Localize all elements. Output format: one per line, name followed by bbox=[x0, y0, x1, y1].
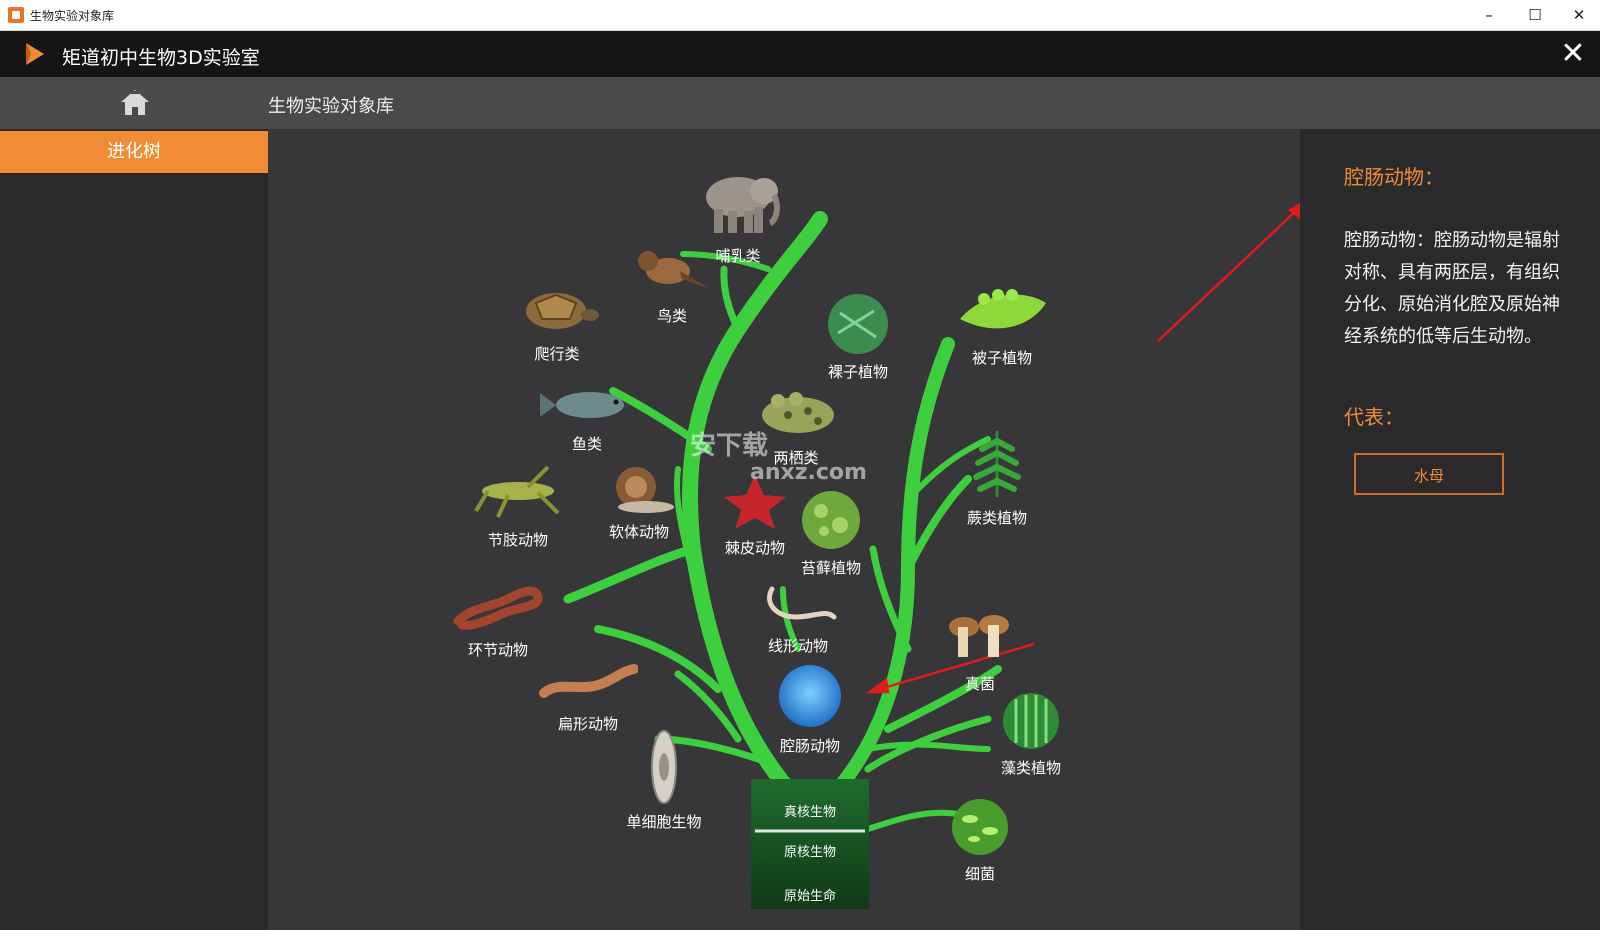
snail-icon bbox=[616, 467, 674, 513]
mushroom-icon bbox=[949, 615, 1009, 657]
organism-angiosperms[interactable]: 被子植物 bbox=[954, 285, 1050, 368]
organism-label: 藻类植物 bbox=[1000, 759, 1061, 777]
app-header: 矩道初中生物3D实验室 ✕ bbox=[0, 31, 1600, 77]
app-title: 矩道初中生物3D实验室 bbox=[62, 47, 260, 69]
organism-echinoderms[interactable]: 棘皮动物 bbox=[714, 473, 796, 558]
app-close-button[interactable]: ✕ bbox=[1554, 35, 1592, 73]
app-window-icon bbox=[8, 7, 24, 23]
organism-label: 软体动物 bbox=[608, 523, 669, 541]
moss-icon bbox=[802, 491, 860, 549]
info-description: 腔肠动物：腔肠动物是辐射对称、具有两胚层，有组织分化、原始消化腔及原始神经系统的… bbox=[1344, 230, 1560, 347]
organism-algae[interactable]: 藻类植物 bbox=[994, 691, 1068, 778]
algae-icon bbox=[1003, 693, 1059, 749]
minimize-button[interactable]: – bbox=[1466, 0, 1512, 30]
organism-label: 苔藓植物 bbox=[800, 559, 861, 577]
organism-label: 环节动物 bbox=[467, 641, 528, 659]
watermark-url: anxz.com bbox=[750, 460, 867, 485]
organism-cnidarians[interactable]: 腔肠动物 bbox=[764, 663, 856, 756]
pea-pod-icon bbox=[960, 289, 1046, 329]
info-panel: 腔肠动物： 腔肠动物：腔肠动物是辐射对称、具有两胚层，有组织分化、原始消化腔及原… bbox=[1300, 129, 1600, 930]
paramecium-icon bbox=[651, 730, 677, 804]
app-logo-icon bbox=[26, 43, 44, 65]
sidebar-item-evolution-tree[interactable]: 进化树 bbox=[0, 131, 268, 173]
organism-label: 节肢动物 bbox=[487, 531, 548, 549]
organism-label: 被子植物 bbox=[971, 349, 1032, 367]
organism-label: 鱼类 bbox=[571, 435, 602, 453]
turtle-icon bbox=[526, 293, 599, 329]
organism-mollusks[interactable]: 软体动物 bbox=[600, 463, 678, 542]
page-title: 生物实验对象库 bbox=[268, 96, 394, 117]
organism-ferns[interactable]: 蕨类植物 bbox=[962, 427, 1032, 528]
sparrow-icon bbox=[632, 251, 710, 289]
organism-annelids[interactable]: 环节动物 bbox=[452, 577, 544, 660]
elephant-icon bbox=[706, 177, 780, 233]
watermark-logo: 安下载 bbox=[690, 431, 769, 461]
info-heading: 腔肠动物： bbox=[1344, 165, 1444, 189]
organism-bryophytes[interactable]: 苔藓植物 bbox=[794, 489, 868, 578]
nav-bar: 生物实验对象库 bbox=[0, 77, 1600, 129]
roundworm-icon bbox=[767, 586, 837, 620]
organism-fish[interactable]: 鱼类 bbox=[538, 383, 636, 454]
maximize-button[interactable]: ☐ bbox=[1512, 0, 1558, 30]
fern-icon bbox=[973, 431, 1021, 497]
organism-label: 细菌 bbox=[964, 865, 995, 883]
organism-label: 线形动物 bbox=[767, 637, 828, 655]
organism-reptiles[interactable]: 爬行类 bbox=[514, 285, 600, 364]
organism-label: 单细胞生物 bbox=[626, 813, 702, 831]
organism-fungi[interactable]: 真菌 bbox=[944, 611, 1016, 694]
earthworm-icon bbox=[453, 586, 543, 630]
organism-flatworms[interactable]: 扁形动物 bbox=[538, 661, 639, 734]
fish-icon bbox=[540, 392, 624, 418]
evolution-tree: 真核生物 原核生物 原始生命 哺乳类 鸟类 爬行类 鱼类 两栖类 节肢动物 软体… bbox=[268, 129, 1300, 930]
home-icon[interactable] bbox=[118, 87, 152, 119]
organism-label: 鸟类 bbox=[656, 307, 687, 325]
grasshopper-icon bbox=[474, 465, 560, 518]
organism-label: 腔肠动物 bbox=[779, 737, 840, 755]
organism-arthropods[interactable]: 节肢动物 bbox=[468, 461, 568, 550]
organism-unicellular[interactable]: 单细胞生物 bbox=[618, 727, 710, 832]
flatworm-icon bbox=[539, 664, 639, 698]
organism-label: 棘皮动物 bbox=[724, 539, 785, 557]
organism-label: 蕨类植物 bbox=[966, 509, 1027, 527]
organism-label: 裸子植物 bbox=[827, 363, 888, 381]
trunk-label-primitive-life: 原始生命 bbox=[783, 889, 836, 904]
organism-gymnosperms[interactable]: 裸子植物 bbox=[818, 293, 898, 382]
organism-birds[interactable]: 鸟类 bbox=[630, 241, 714, 326]
gymnosperm-icon bbox=[828, 294, 888, 354]
representative-heading: 代表： bbox=[1344, 405, 1404, 429]
jellyfish-icon bbox=[779, 665, 841, 727]
trunk-label-eukaryote: 真核生物 bbox=[783, 805, 836, 820]
organism-nematodes[interactable]: 线形动物 bbox=[756, 583, 840, 656]
bacteria-icon bbox=[952, 799, 1008, 855]
trunk-label-prokaryote: 原核生物 bbox=[783, 845, 836, 860]
organism-label: 爬行类 bbox=[534, 345, 580, 363]
window-titlebar: 生物实验对象库 – ☐ ✕ bbox=[0, 0, 1600, 31]
representative-button[interactable]: 水母 bbox=[1354, 453, 1504, 495]
window-title: 生物实验对象库 bbox=[30, 9, 115, 23]
sidebar: 进化树 bbox=[0, 129, 268, 930]
organism-bacteria[interactable]: 细菌 bbox=[944, 797, 1016, 884]
window-close-button[interactable]: ✕ bbox=[1556, 0, 1600, 30]
